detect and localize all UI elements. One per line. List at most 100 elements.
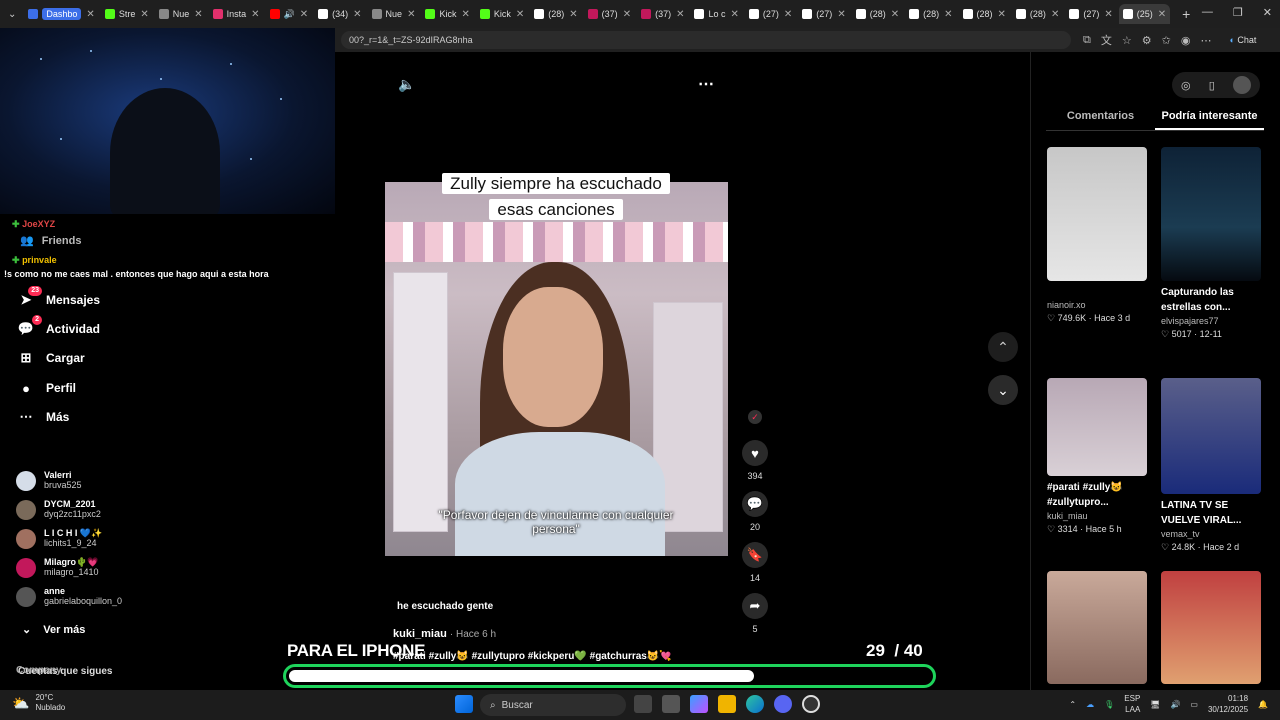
recommended-video-card[interactable]: Capturando las estrellas con... elvispaja… (1161, 147, 1261, 341)
previous-video-button[interactable]: ⌃ (988, 332, 1018, 362)
card-user[interactable]: kuki_miau (1047, 510, 1147, 523)
browser-tab[interactable]: Lo c ✕ (690, 4, 742, 24)
volume-icon[interactable]: 🔈 (398, 76, 415, 93)
tab-close-icon[interactable]: ✕ (731, 9, 739, 20)
share-button[interactable]: ➦ (742, 593, 768, 619)
tab-close-icon[interactable]: ✕ (944, 9, 952, 20)
comment-button[interactable]: 💬 (742, 491, 768, 517)
sidebar-item-friends[interactable]: 👥 Friends (20, 234, 81, 248)
tab-close-icon[interactable]: ✕ (251, 9, 259, 20)
tray-chevron-icon[interactable]: ⌃ (1069, 700, 1076, 709)
clock[interactable]: 01:18 30/12/2025 (1208, 693, 1248, 715)
tab-close-icon[interactable]: ✕ (86, 9, 94, 20)
video-player[interactable] (385, 182, 728, 556)
mobile-icon[interactable]: ▯ (1209, 79, 1215, 92)
new-tab-button[interactable]: + (1182, 6, 1190, 22)
browser-tab[interactable]: (37) ✕ (637, 4, 688, 24)
video-hashtags[interactable]: #parati #zully😺 #zullytupro #kickperu💚 #… (393, 651, 672, 662)
favorite-star-icon[interactable]: ☆ (1122, 34, 1132, 47)
tab-close-icon[interactable]: ✕ (1051, 9, 1059, 20)
recommended-video-card[interactable] (1161, 571, 1261, 684)
browser-tab[interactable]: (37) ✕ (584, 4, 635, 24)
store-icon[interactable] (662, 695, 680, 713)
recommended-video-card[interactable]: #parati #zully😺 #zullytupro... kuki_miau ♡… (1047, 378, 1147, 536)
close-window-icon[interactable]: ✕ (1263, 6, 1272, 19)
sidebar-item-actividad[interactable]: 💬 2 Actividad (18, 315, 100, 337)
browser-tab[interactable]: Dashbo ✕ (24, 4, 98, 24)
maximize-icon[interactable]: ❐ (1233, 6, 1243, 19)
tab-close-icon[interactable]: ✕ (1158, 9, 1166, 20)
sidebar-item-perfil[interactable]: ● Perfil (18, 380, 76, 396)
follow-check-icon[interactable]: ✓ (748, 410, 762, 424)
browser-tab[interactable]: 🔊 ✕ (266, 4, 313, 24)
video-more-icon[interactable]: ⋯ (698, 74, 714, 94)
open-in-app-icon[interactable]: ⧉ (1083, 34, 1091, 47)
card-user[interactable]: vemax_tv (1161, 528, 1261, 541)
browser-tab[interactable]: (28) ✕ (959, 4, 1010, 24)
onedrive-icon[interactable]: ☁ (1086, 700, 1094, 709)
start-windows-icon[interactable] (455, 695, 473, 713)
save-button[interactable]: 🔖 (742, 542, 768, 568)
tab-close-icon[interactable]: ✕ (300, 9, 308, 20)
tab-close-icon[interactable]: ✕ (407, 9, 415, 20)
recommended-video-card[interactable] (1047, 571, 1147, 684)
tab-close-icon[interactable]: ✕ (353, 9, 361, 20)
notification-icon[interactable]: 🔔 (1258, 700, 1268, 709)
menu-dots-icon[interactable]: ⋯ (1200, 34, 1211, 47)
browser-tab[interactable]: Kick ✕ (476, 4, 528, 24)
tab-close-icon[interactable]: ✕ (194, 9, 202, 20)
sidebar-item-mensajes[interactable]: ➤ 23 Mensajes (18, 286, 100, 308)
mic-icon[interactable]: 🎙 (1104, 700, 1114, 709)
translate-icon[interactable]: 文 (1101, 32, 1112, 48)
followed-account[interactable]: L I C H I 💙✨ lichits1_9_24 (16, 528, 102, 549)
browser-tab[interactable]: (25) ✕ (1118, 4, 1171, 24)
recommended-video-card[interactable]: LATINA TV SE VUELVE VIRAL... vemax_tv ♡ 24… (1161, 378, 1261, 554)
company-link[interactable]: Company (16, 665, 62, 676)
card-user[interactable]: nianoir.xo (1047, 299, 1147, 312)
video-thumbnail[interactable] (1161, 571, 1261, 684)
tab-list-dropdown[interactable]: ⌄ (8, 9, 16, 20)
browser-tab[interactable]: Kick ✕ (421, 4, 473, 24)
file-explorer-icon[interactable] (718, 695, 736, 713)
gauge-icon[interactable]: ◎ (1181, 79, 1191, 92)
browser-tab[interactable]: (34) ✕ (314, 4, 365, 24)
language-indicator[interactable]: ESP LAA (1124, 693, 1140, 715)
tab-close-icon[interactable]: ✕ (623, 9, 631, 20)
next-video-button[interactable]: ⌄ (988, 375, 1018, 405)
extensions-icon[interactable]: ⚙ (1142, 34, 1152, 47)
tab-close-icon[interactable]: ✕ (998, 9, 1006, 20)
browser-tab[interactable]: (27) ✕ (745, 4, 796, 24)
video-thumbnail[interactable] (1161, 378, 1261, 494)
browser-tab[interactable]: (28) ✕ (905, 4, 956, 24)
minimize-icon[interactable]: — (1202, 6, 1213, 19)
browser-tab[interactable]: Insta ✕ (209, 4, 264, 24)
browser-tab[interactable]: Nue ✕ (368, 4, 420, 24)
card-user[interactable]: elvispajares77 (1161, 315, 1261, 328)
tab-close-icon[interactable]: ✕ (676, 9, 684, 20)
tab-close-icon[interactable]: ✕ (891, 9, 899, 20)
tab-close-icon[interactable]: ✕ (1104, 9, 1112, 20)
sidebar-item-más[interactable]: ⋯ Más (18, 409, 70, 425)
tab-comments[interactable]: Comentarios (1046, 110, 1155, 130)
user-avatar[interactable] (1232, 76, 1251, 94)
video-thumbnail[interactable] (1161, 147, 1261, 281)
browser-tab[interactable]: (28) ✕ (852, 4, 903, 24)
edge-icon[interactable] (746, 695, 764, 713)
video-thumbnail[interactable] (1047, 378, 1147, 476)
browser-tab[interactable]: (28) ✕ (530, 4, 581, 24)
video-thumbnail[interactable] (1047, 147, 1147, 281)
browser-tab[interactable]: Nue ✕ (155, 4, 207, 24)
tab-close-icon[interactable]: ✕ (140, 9, 148, 20)
like-button[interactable]: ♥ (742, 440, 768, 466)
copilot-chat-button[interactable]: ◐ Chat (1229, 35, 1256, 45)
followed-account[interactable]: Valerri bruva525 (16, 470, 82, 491)
browser-tab[interactable]: (27) ✕ (798, 4, 849, 24)
followed-account[interactable]: anne gabrielaboquillon_0 (16, 586, 122, 607)
volume-tray-icon[interactable]: 🔊 (1170, 700, 1180, 709)
browser-tab[interactable]: (27) ✕ (1065, 4, 1116, 24)
url-field[interactable]: 00?_r=1&_t=ZS-92dIRAG8nha (341, 31, 1071, 49)
tab-close-icon[interactable]: ✕ (569, 9, 577, 20)
network-icon[interactable]: 🖥 (1150, 700, 1160, 709)
video-thumbnail[interactable] (1047, 571, 1147, 684)
see-more-button[interactable]: ⌄ Ver más (22, 623, 85, 637)
